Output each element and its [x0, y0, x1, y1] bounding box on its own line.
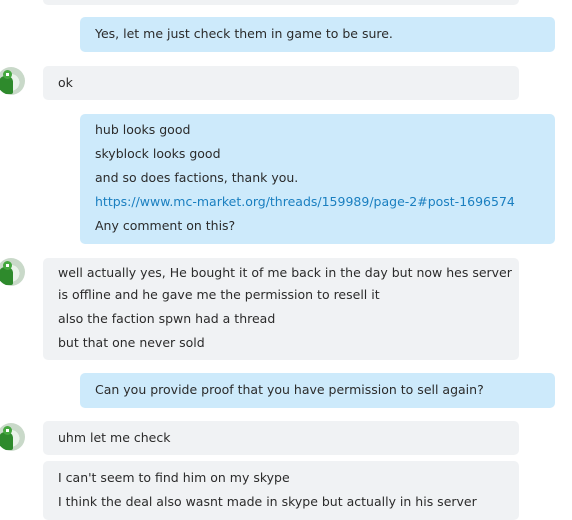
message-text: hub looks good	[95, 122, 191, 137]
message-text: Any comment on this?	[95, 218, 236, 233]
message-text: Can you provide proof that you have perm…	[95, 382, 484, 397]
contact-avatar[interactable]	[0, 67, 25, 95]
message-bubble-incoming[interactable]: well actually yes, He bought it of me ba…	[43, 258, 519, 360]
message-bubble-outgoing[interactable]: Yes, let me just check them in game to b…	[80, 17, 555, 52]
message-text: also the faction spwn had a thread	[58, 311, 276, 326]
message-bubble-incoming[interactable]: I can't seem to find him on my skype I t…	[43, 461, 519, 520]
message-bubble-outgoing[interactable]: Can you provide proof that you have perm…	[80, 373, 555, 408]
message-text: and so does factions, thank you.	[95, 170, 299, 185]
contact-avatar[interactable]	[0, 258, 25, 286]
message-text: I think the deal also wasnt made in skyp…	[58, 494, 477, 509]
contact-avatar[interactable]	[0, 423, 25, 451]
message-bubble-outgoing[interactable]: hub looks good skyblock looks good and s…	[80, 114, 555, 244]
message-text: but that one never sold	[58, 335, 205, 350]
message-text: uhm let me check	[58, 430, 171, 445]
message-text: well actually yes, He bought it of me ba…	[58, 265, 512, 280]
message-text: skyblock looks good	[95, 146, 221, 161]
message-bubble-incoming[interactable]: ok	[43, 66, 519, 100]
message-bubble-partial	[43, 0, 519, 5]
message-bubble-incoming[interactable]: uhm let me check	[43, 421, 519, 455]
message-text: Yes, let me just check them in game to b…	[95, 26, 393, 41]
message-text: is offline and he gave me the permission…	[58, 287, 380, 302]
message-text: ok	[58, 75, 73, 90]
message-link[interactable]: https://www.mc-market.org/threads/159989…	[95, 194, 515, 210]
message-text: I can't seem to find him on my skype	[58, 470, 290, 485]
